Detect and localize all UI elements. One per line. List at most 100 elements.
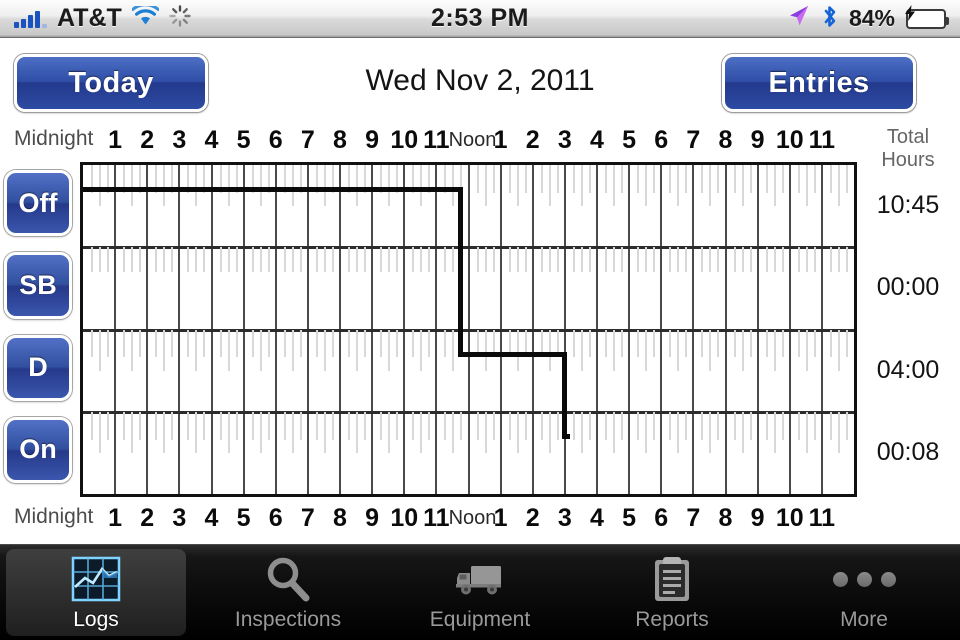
tab-logs[interactable]: Logs — [0, 545, 192, 640]
ruler-noon-label: Noon — [448, 507, 497, 529]
grid-quarter-tick — [701, 247, 704, 272]
grid-quarter-tick — [540, 165, 543, 193]
tab-inspections[interactable]: Inspections — [192, 545, 384, 640]
grid-quarter-tick — [155, 329, 158, 358]
grid-quarter-tick — [420, 329, 423, 371]
grid-quarter-tick — [605, 247, 608, 272]
grid-quarter-tick — [187, 329, 190, 358]
grid-quarter-tick — [291, 329, 294, 371]
grid-quarter-tick — [155, 411, 158, 440]
grid-quarter-tick — [283, 411, 286, 440]
ruler-hour-label: 5 — [236, 504, 251, 532]
grid-quarter-tick — [163, 247, 166, 272]
grid-quarter-tick — [637, 247, 640, 272]
grid-quarter-tick — [348, 247, 351, 272]
grid-quarter-tick — [412, 329, 415, 358]
grid-quarter-tick — [171, 329, 174, 358]
grid-quarter-tick — [621, 411, 624, 440]
grid-quarter-tick — [452, 329, 455, 371]
grid-quarter-tick — [452, 411, 455, 453]
tab-label: Inspections — [234, 608, 342, 631]
ruler-hour-label: 3 — [172, 126, 187, 154]
ruler-hour-label: 5 — [236, 126, 251, 154]
grid-quarter-tick — [267, 329, 270, 358]
grid-quarter-tick — [540, 247, 543, 272]
grid-quarter-tick — [621, 165, 624, 193]
tab-equipment[interactable]: Equipment — [384, 545, 576, 640]
grid-quarter-tick — [315, 411, 318, 440]
grid-quarter-tick — [91, 329, 94, 358]
ruler-hour-label: 6 — [268, 126, 283, 154]
duty-status-button-on[interactable]: On — [4, 416, 72, 483]
ruler-hour-label: 4 — [204, 126, 219, 154]
grid-quarter-tick — [572, 165, 575, 193]
grid-quarter-tick — [356, 247, 359, 272]
grid-quarter-tick — [131, 165, 134, 207]
ruler-hour-label: 4 — [590, 504, 604, 532]
grid-quarter-tick — [580, 247, 583, 272]
grid-quarter-tick — [797, 329, 800, 358]
ruler-hour-label: 3 — [557, 504, 572, 532]
tab-label: More — [840, 608, 888, 631]
grid-quarter-tick — [781, 329, 784, 358]
grid-quarter-tick — [677, 411, 680, 453]
duty-status-button-sb[interactable]: SB — [4, 252, 72, 319]
grid-quarter-tick — [283, 247, 286, 272]
grid-quarter-tick — [123, 329, 126, 358]
clipboard-icon — [646, 553, 698, 605]
grid-quarter-tick — [195, 411, 198, 453]
grid-quarter-tick — [733, 165, 736, 193]
status-bar-clock: 2:53 PM — [431, 4, 529, 32]
tab-reports[interactable]: Reports — [576, 545, 768, 640]
grid-quarter-tick — [637, 411, 640, 440]
grid-quarter-tick — [428, 411, 431, 440]
duty-status-button-off[interactable]: Off — [4, 170, 72, 237]
total-hours-header: Total Hours — [862, 126, 954, 172]
tab-more[interactable]: More — [768, 545, 960, 640]
header-bar: Today Wed Nov 2, 2011 Entries — [0, 38, 960, 126]
grid-quarter-tick — [524, 411, 527, 440]
grid-quarter-tick — [669, 329, 672, 358]
grid-quarter-tick — [195, 247, 198, 272]
ruler-hour-label: 4 — [590, 126, 604, 154]
duty-status-button-d[interactable]: D — [4, 334, 72, 401]
grid-quarter-tick — [556, 247, 559, 272]
grid-quarter-tick — [331, 411, 334, 440]
duty-log-grid[interactable] — [80, 162, 857, 497]
grid-quarter-tick — [227, 165, 230, 207]
total-hours-value: 04:00 — [876, 355, 940, 384]
grid-quarter-tick — [653, 165, 656, 193]
grid-quarter-tick — [645, 411, 648, 453]
ruler-hour-label: 9 — [365, 504, 380, 532]
grid-quarter-tick — [580, 411, 583, 453]
ruler-hour-label: 6 — [654, 504, 669, 532]
grid-quarter-tick — [588, 247, 591, 272]
grid-quarter-tick — [123, 247, 126, 272]
grid-quarter-tick — [741, 329, 744, 371]
grid-quarter-tick — [396, 329, 399, 358]
grid-quarter-tick — [508, 247, 511, 272]
ruler-hour-label: 10 — [390, 504, 419, 532]
ruler-hour-label: 3 — [557, 126, 572, 154]
ruler-hour-label: 9 — [750, 504, 765, 532]
grid-quarter-tick — [291, 247, 294, 272]
grid-quarter-tick — [845, 247, 848, 272]
grid-quarter-tick — [227, 411, 230, 453]
grid-quarter-tick — [99, 411, 102, 453]
duty-log-screen: AT&T 2:53 PM 84% Today Wed Nov 2, 2011 E… — [0, 0, 960, 640]
grid-quarter-tick — [380, 329, 383, 358]
grid-quarter-tick — [548, 165, 551, 207]
grid-quarter-tick — [588, 329, 591, 358]
grid-quarter-tick — [709, 247, 712, 272]
ruler-midnight-label: Midnight — [14, 505, 94, 528]
ruler-hour-label: 8 — [333, 126, 347, 154]
grid-quarter-tick — [396, 411, 399, 440]
ruler-hour-label: 11 — [423, 504, 450, 532]
entries-button[interactable]: Entries — [722, 54, 916, 112]
grid-quarter-tick — [524, 165, 527, 193]
ruler-noon-label: Noon — [448, 129, 497, 151]
grid-quarter-tick — [813, 411, 816, 440]
grid-quarter-tick — [380, 247, 383, 272]
grid-quarter-tick — [380, 411, 383, 440]
ruler-hour-label: 6 — [268, 504, 283, 532]
